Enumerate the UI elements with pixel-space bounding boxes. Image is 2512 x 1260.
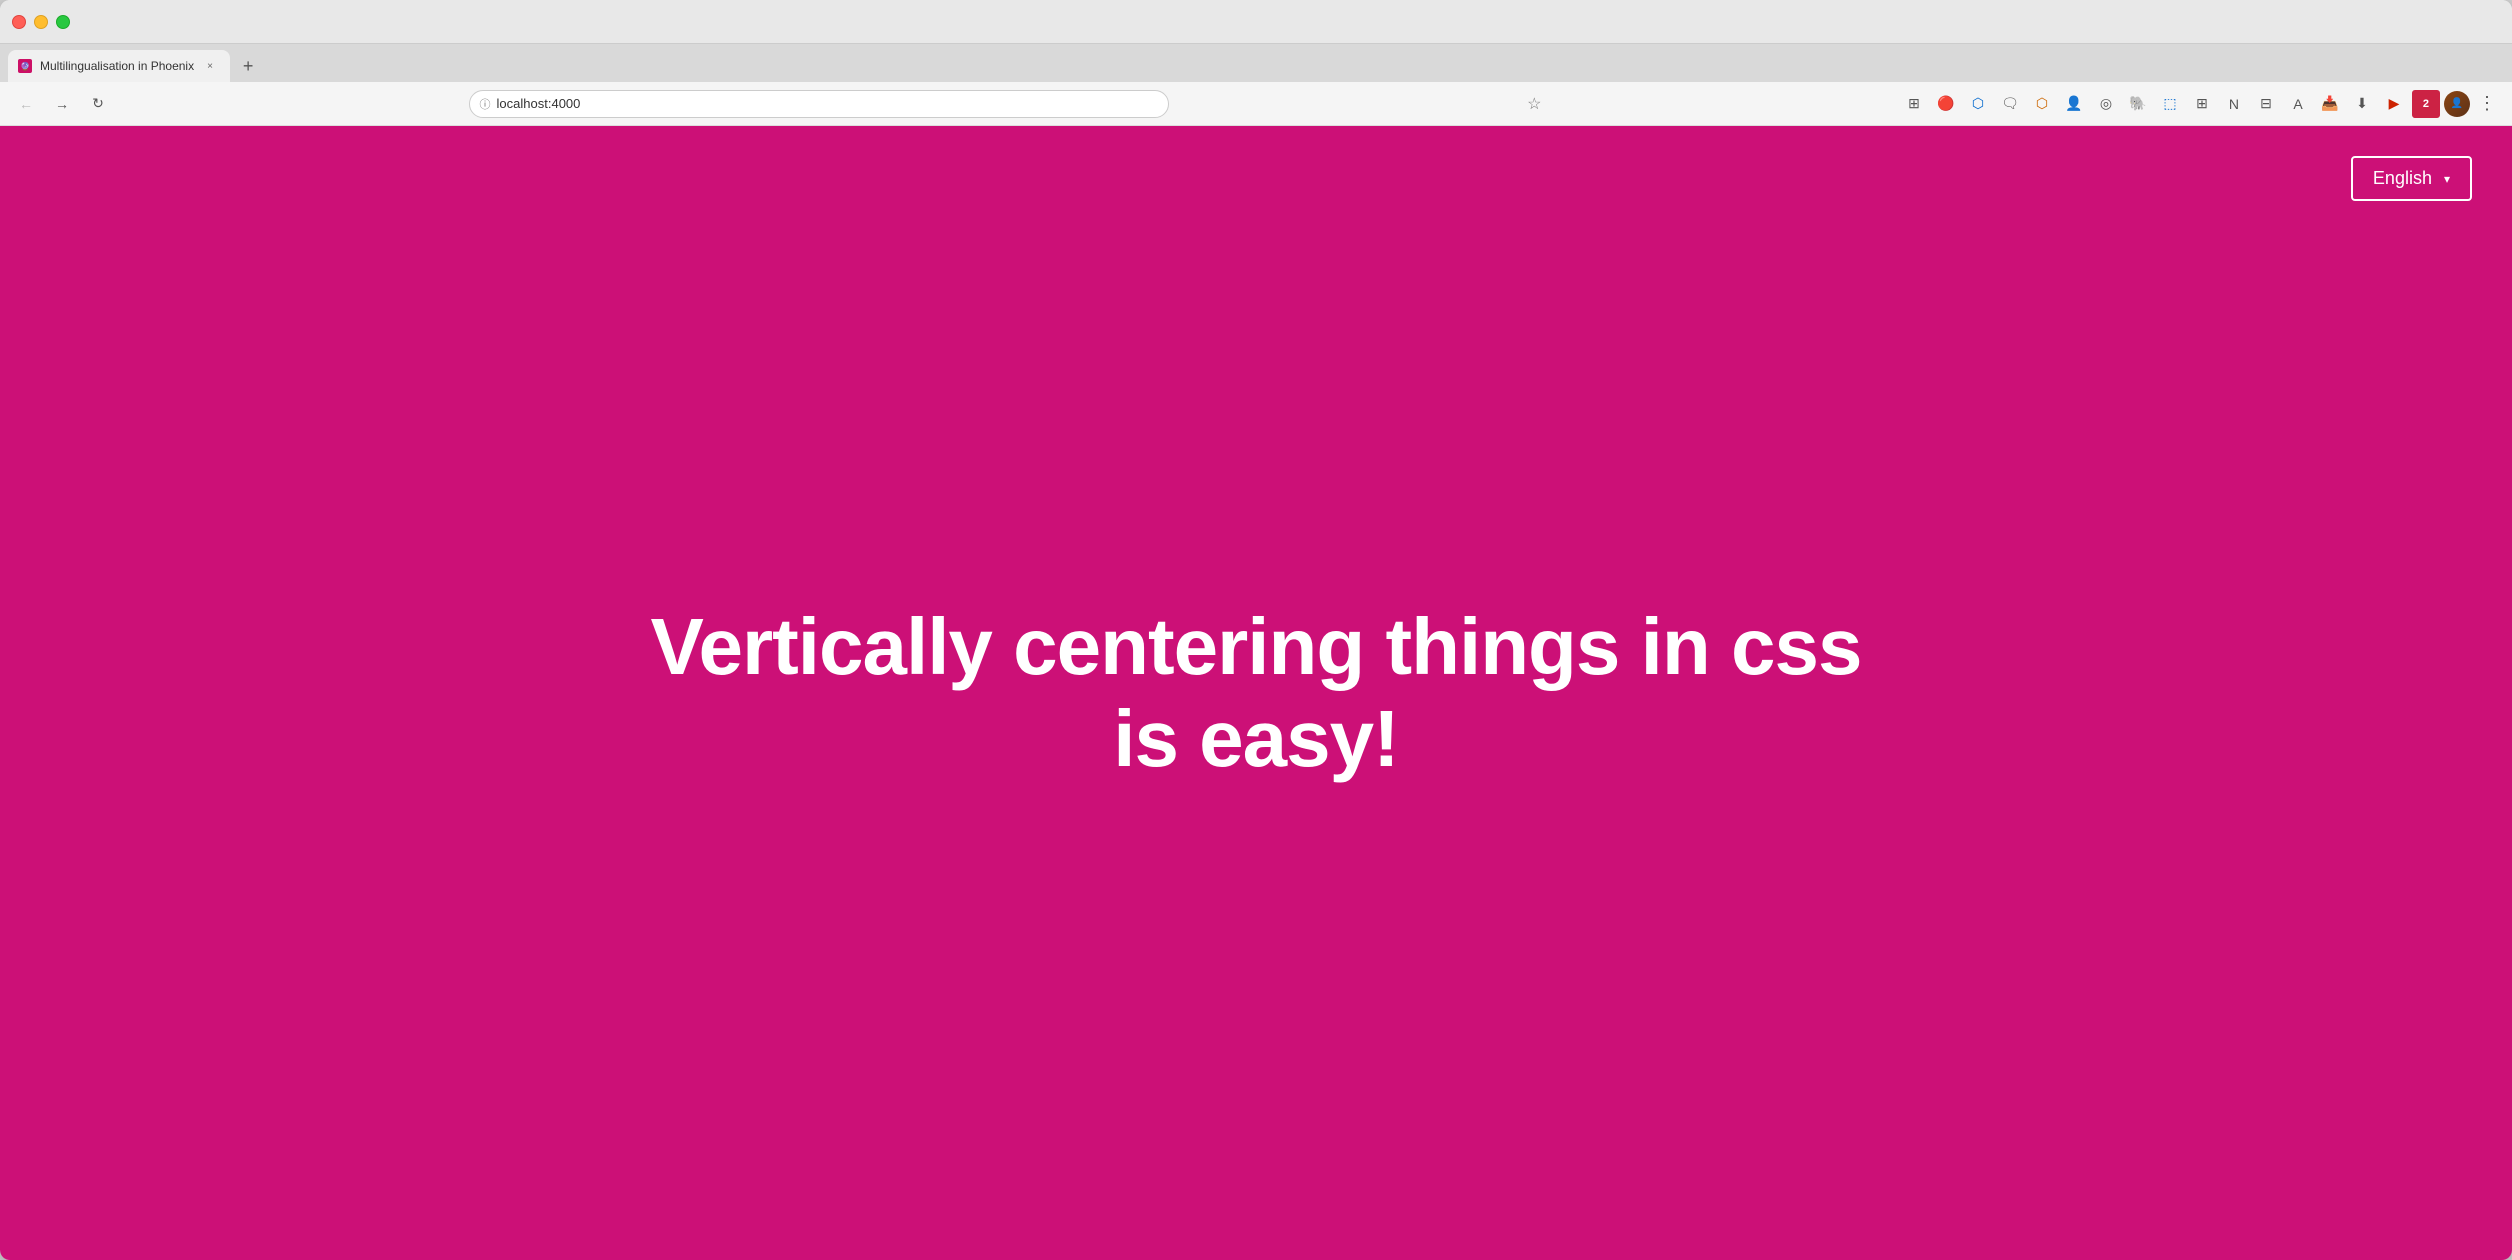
new-tab-button[interactable]: + <box>234 52 262 80</box>
refresh-button[interactable]: ↻ <box>84 90 112 118</box>
more-options-button[interactable]: ⋮ <box>2474 93 2500 114</box>
traffic-lights <box>12 15 70 29</box>
close-button[interactable] <box>12 15 26 29</box>
back-button[interactable]: ← <box>12 90 40 118</box>
tab-favicon: 🔮 <box>18 59 32 73</box>
page-content: English ▾ Vertically centering things in… <box>0 126 2512 1260</box>
extension-icon-4[interactable]: 🗨 <box>1996 90 2024 118</box>
extension-icon-5[interactable]: ⬡ <box>2028 90 2056 118</box>
minimize-button[interactable] <box>34 15 48 29</box>
tab-bar: 🔮 Multilingualisation in Phoenix × + <box>0 44 2512 82</box>
main-heading: Vertically centering things in css is ea… <box>126 601 2387 785</box>
extension-icon-7[interactable]: ◎ <box>2092 90 2120 118</box>
extension-icon-10[interactable]: ⊞ <box>2188 90 2216 118</box>
extension-icon-15[interactable]: 2 <box>2412 90 2440 118</box>
tab-close-button[interactable]: × <box>202 58 218 74</box>
dropdown-arrow-icon: ▾ <box>2444 172 2450 186</box>
info-icon: ⓘ <box>480 96 491 112</box>
extension-icon-6[interactable]: 👤 <box>2060 90 2088 118</box>
extension-icon-9[interactable]: ⬚ <box>2156 90 2184 118</box>
extension-icon-youtube[interactable]: ▶ <box>2380 90 2408 118</box>
toolbar-icons: ⊞ 🔴 ⬡ 🗨 ⬡ 👤 ◎ 🐘 ⬚ ⊞ N ⊟ A 📥 ⬇ ▶ 2 👤 ⋮ <box>1900 90 2500 118</box>
heading-line-1: Vertically centering things in css <box>126 601 2387 693</box>
extension-icon-notion[interactable]: N <box>2220 90 2248 118</box>
extension-icon-3[interactable]: ⬡ <box>1964 90 1992 118</box>
title-bar <box>0 0 2512 44</box>
extension-icon-12[interactable]: A <box>2284 90 2312 118</box>
extension-icon-13[interactable]: 📥 <box>2316 90 2344 118</box>
extension-icon-1[interactable]: ⊞ <box>1900 90 1928 118</box>
url-bar[interactable]: ⓘ localhost:4000 <box>469 90 1169 118</box>
profile-avatar[interactable]: 👤 <box>2444 91 2470 117</box>
extension-icon-11[interactable]: ⊟ <box>2252 90 2280 118</box>
language-selector-button[interactable]: English ▾ <box>2351 156 2472 201</box>
language-label: English <box>2373 168 2432 189</box>
extension-icon-14[interactable]: ⬇ <box>2348 90 2376 118</box>
url-text: localhost:4000 <box>497 96 581 111</box>
heading-line-2: is easy! <box>126 693 2387 785</box>
extension-icon-2[interactable]: 🔴 <box>1932 90 1960 118</box>
maximize-button[interactable] <box>56 15 70 29</box>
tab-title: Multilingualisation in Phoenix <box>40 59 194 73</box>
address-bar: ← → ↻ ⓘ localhost:4000 ☆ ⊞ 🔴 ⬡ 🗨 ⬡ 👤 ◎ 🐘… <box>0 82 2512 126</box>
forward-button[interactable]: → <box>48 90 76 118</box>
extension-icon-8[interactable]: 🐘 <box>2124 90 2152 118</box>
browser-window: 🔮 Multilingualisation in Phoenix × + ← →… <box>0 0 2512 1260</box>
active-tab[interactable]: 🔮 Multilingualisation in Phoenix × <box>8 50 230 82</box>
bookmark-button[interactable]: ☆ <box>1525 92 1543 116</box>
